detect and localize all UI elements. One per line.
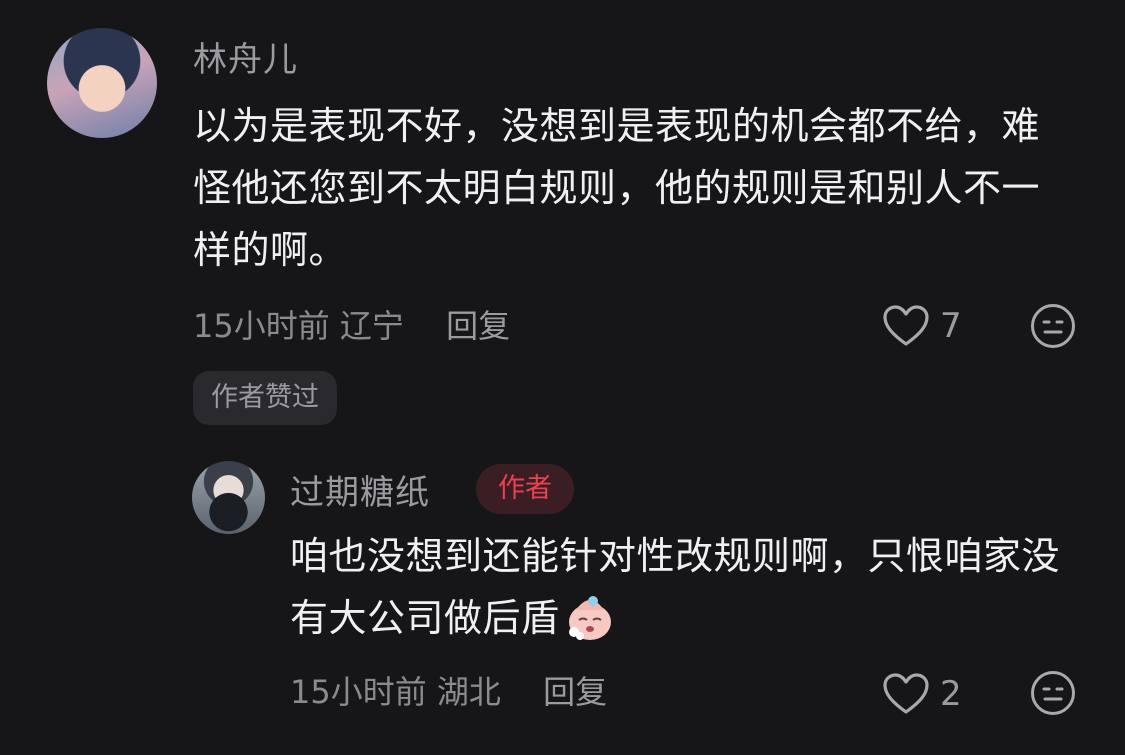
comment-text: 以为是表现不好，没想到是表现的机会都不给，难怪他还您到不太明白规则，他的规则是和… <box>193 104 1041 272</box>
reply-button[interactable]: 回复 <box>446 307 510 345</box>
reply-like-count: 2 <box>940 674 962 714</box>
reply-avatar[interactable] <box>192 461 265 534</box>
reply-emoji-reaction-button[interactable] <box>1030 670 1076 716</box>
reply-text-body: 咱也没想到还能针对性改规则啊，只恨咱家没有大公司做后盾 <box>290 534 1061 640</box>
like-button[interactable]: 7 <box>882 304 962 348</box>
reply-like-button[interactable]: 2 <box>882 672 962 716</box>
emoji-reaction-button[interactable] <box>1030 303 1076 349</box>
like-count: 7 <box>940 306 962 346</box>
reply-meta: 15小时前 湖北 回复 <box>290 672 607 712</box>
crying-face-emoji <box>568 595 611 640</box>
reply-time: 15小时前 <box>290 673 427 711</box>
reply-username[interactable]: 过期糖纸 <box>290 473 430 513</box>
comment-location: 辽宁 <box>339 307 404 345</box>
neutral-face-icon <box>1031 671 1075 715</box>
heart-icon <box>883 673 929 714</box>
avatar[interactable] <box>47 28 157 138</box>
comment-meta: 15小时前 辽宁 回复 <box>193 306 510 346</box>
heart-icon <box>883 305 929 346</box>
reply-text: 咱也没想到还能针对性改规则啊，只恨咱家没有大公司做后盾 <box>290 525 1080 649</box>
liked-by-author-badge: 作者赞过 <box>193 371 337 425</box>
comment-username[interactable]: 林舟儿 <box>193 40 298 80</box>
comment-time: 15小时前 <box>193 307 330 345</box>
author-badge: 作者 <box>476 464 574 514</box>
reply-location: 湖北 <box>436 673 501 711</box>
reply-to-reply-button[interactable]: 回复 <box>543 673 607 711</box>
neutral-face-icon <box>1031 304 1075 348</box>
